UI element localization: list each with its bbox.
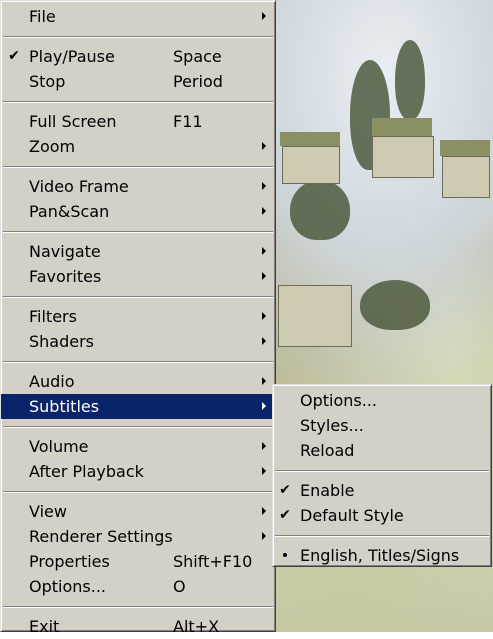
background-tree <box>395 40 425 120</box>
menu-item-zoom[interactable]: Zoom <box>1 134 275 159</box>
menu-item-video-frame[interactable]: Video Frame <box>1 174 275 199</box>
submenu-arrow-icon <box>262 12 266 20</box>
menu-item-label: Play/Pause <box>29 47 115 66</box>
menu-item-properties[interactable]: Properties Shift+F10 <box>1 549 275 574</box>
menu-item-after-playback[interactable]: After Playback <box>1 459 275 484</box>
subtitles-menu-item-enable[interactable]: ✔ Enable <box>273 478 491 503</box>
submenu-arrow-icon <box>262 312 266 320</box>
subtitles-submenu: Options... Styles... Reload ✔ Enable ✔ Default… <box>272 384 492 567</box>
menu-item-file[interactable]: File <box>1 4 275 29</box>
subtitles-menu-item-label: Options... <box>300 391 377 410</box>
menu-item-label: View <box>29 502 67 521</box>
subtitles-menu-item-reload[interactable]: Reload <box>273 438 491 463</box>
submenu-arrow-icon <box>262 272 266 280</box>
menu-item-favorites[interactable]: Favorites <box>1 264 275 289</box>
menu-item-full-screen[interactable]: Full Screen F11 <box>1 109 275 134</box>
submenu-arrow-icon <box>262 467 266 475</box>
background-house <box>282 146 340 184</box>
submenu-arrow-icon <box>262 247 266 255</box>
menu-item-label: Volume <box>29 437 89 456</box>
menu-separator <box>3 426 273 428</box>
menu-item-label: Stop <box>29 72 66 91</box>
menu-item-view[interactable]: View <box>1 499 275 524</box>
menu-item-exit[interactable]: Exit Alt+X <box>1 614 275 639</box>
shortcut-text: Shift+F10 <box>173 552 253 571</box>
subtitles-menu-item-options[interactable]: Options... <box>273 388 491 413</box>
subtitles-menu-item-english-titles-signs[interactable]: English, Titles/Signs <box>273 543 491 568</box>
submenu-arrow-icon <box>262 402 266 410</box>
shortcut-text: Alt+X <box>173 617 220 636</box>
menu-item-label: Properties <box>29 552 110 571</box>
menu-item-play-pause[interactable]: ✔ Play/Pause Space <box>1 44 275 69</box>
menu-item-filters[interactable]: Filters <box>1 304 275 329</box>
menu-item-label: Navigate <box>29 242 101 261</box>
menu-item-label: After Playback <box>29 462 144 481</box>
menu-item-label: Renderer Settings <box>29 527 173 546</box>
menu-separator <box>3 361 273 363</box>
shortcut-text: Space <box>173 47 222 66</box>
subtitles-menu-item-default-style[interactable]: ✔ Default Style <box>273 503 491 528</box>
menu-separator <box>3 491 273 493</box>
menu-item-renderer-settings[interactable]: Renderer Settings <box>1 524 275 549</box>
subtitles-menu-item-label: Default Style <box>300 506 404 525</box>
menu-item-label: Video Frame <box>29 177 129 196</box>
menu-item-label: Zoom <box>29 137 76 156</box>
menu-separator <box>3 36 273 38</box>
menu-item-pan-scan[interactable]: Pan&Scan <box>1 199 275 224</box>
menu-item-label: Filters <box>29 307 77 326</box>
shortcut-text: F11 <box>173 112 203 131</box>
submenu-arrow-icon <box>262 377 266 385</box>
radio-dot-icon <box>278 543 292 568</box>
menu-item-label: Full Screen <box>29 112 117 131</box>
subtitles-menu-item-label: Styles... <box>300 416 364 435</box>
menu-item-label: Pan&Scan <box>29 202 110 221</box>
background-house <box>372 136 434 178</box>
submenu-arrow-icon <box>262 532 266 540</box>
background-roof <box>440 140 490 156</box>
menu-item-shaders[interactable]: Shaders <box>1 329 275 354</box>
check-icon: ✔ <box>279 507 291 523</box>
check-icon: ✔ <box>279 482 291 498</box>
menu-separator <box>275 535 489 537</box>
menu-separator <box>3 231 273 233</box>
subtitles-menu-item-label: Reload <box>300 441 355 460</box>
menu-item-label: File <box>29 7 56 26</box>
menu-item-audio[interactable]: Audio <box>1 369 275 394</box>
menu-item-label: Subtitles <box>29 397 100 416</box>
subtitles-menu-item-styles[interactable]: Styles... <box>273 413 491 438</box>
menu-item-label: Exit <box>29 617 60 636</box>
menu-separator <box>3 606 273 608</box>
background-tree <box>290 180 350 240</box>
context-menu: File ✔ Play/Pause Space Stop Period Full Scree… <box>0 0 276 636</box>
menu-item-label: Shaders <box>29 332 95 351</box>
menu-separator <box>275 470 489 472</box>
menu-item-label: Audio <box>29 372 75 391</box>
subtitles-menu-item-label: Enable <box>300 481 355 500</box>
submenu-arrow-icon <box>262 142 266 150</box>
background-roof <box>280 132 340 146</box>
submenu-arrow-icon <box>262 442 266 450</box>
check-icon: ✔ <box>8 48 20 64</box>
background-house <box>442 156 490 198</box>
menu-item-label: Favorites <box>29 267 102 286</box>
menu-separator <box>3 166 273 168</box>
subtitles-menu-item-label: English, Titles/Signs <box>300 546 460 565</box>
menu-item-subtitles[interactable]: Subtitles <box>1 394 275 419</box>
submenu-arrow-icon <box>262 182 266 190</box>
menu-item-stop[interactable]: Stop Period <box>1 69 275 94</box>
menu-item-volume[interactable]: Volume <box>1 434 275 459</box>
menu-item-options[interactable]: Options... O <box>1 574 275 599</box>
menu-separator <box>3 101 273 103</box>
menu-item-navigate[interactable]: Navigate <box>1 239 275 264</box>
background-house <box>278 285 352 347</box>
background-tree <box>360 280 430 330</box>
submenu-arrow-icon <box>262 337 266 345</box>
submenu-arrow-icon <box>262 507 266 515</box>
menu-separator <box>3 296 273 298</box>
shortcut-text: O <box>173 577 186 596</box>
shortcut-text: Period <box>173 72 223 91</box>
submenu-arrow-icon <box>262 207 266 215</box>
background-roof <box>372 118 432 136</box>
menu-item-label: Options... <box>29 577 106 596</box>
